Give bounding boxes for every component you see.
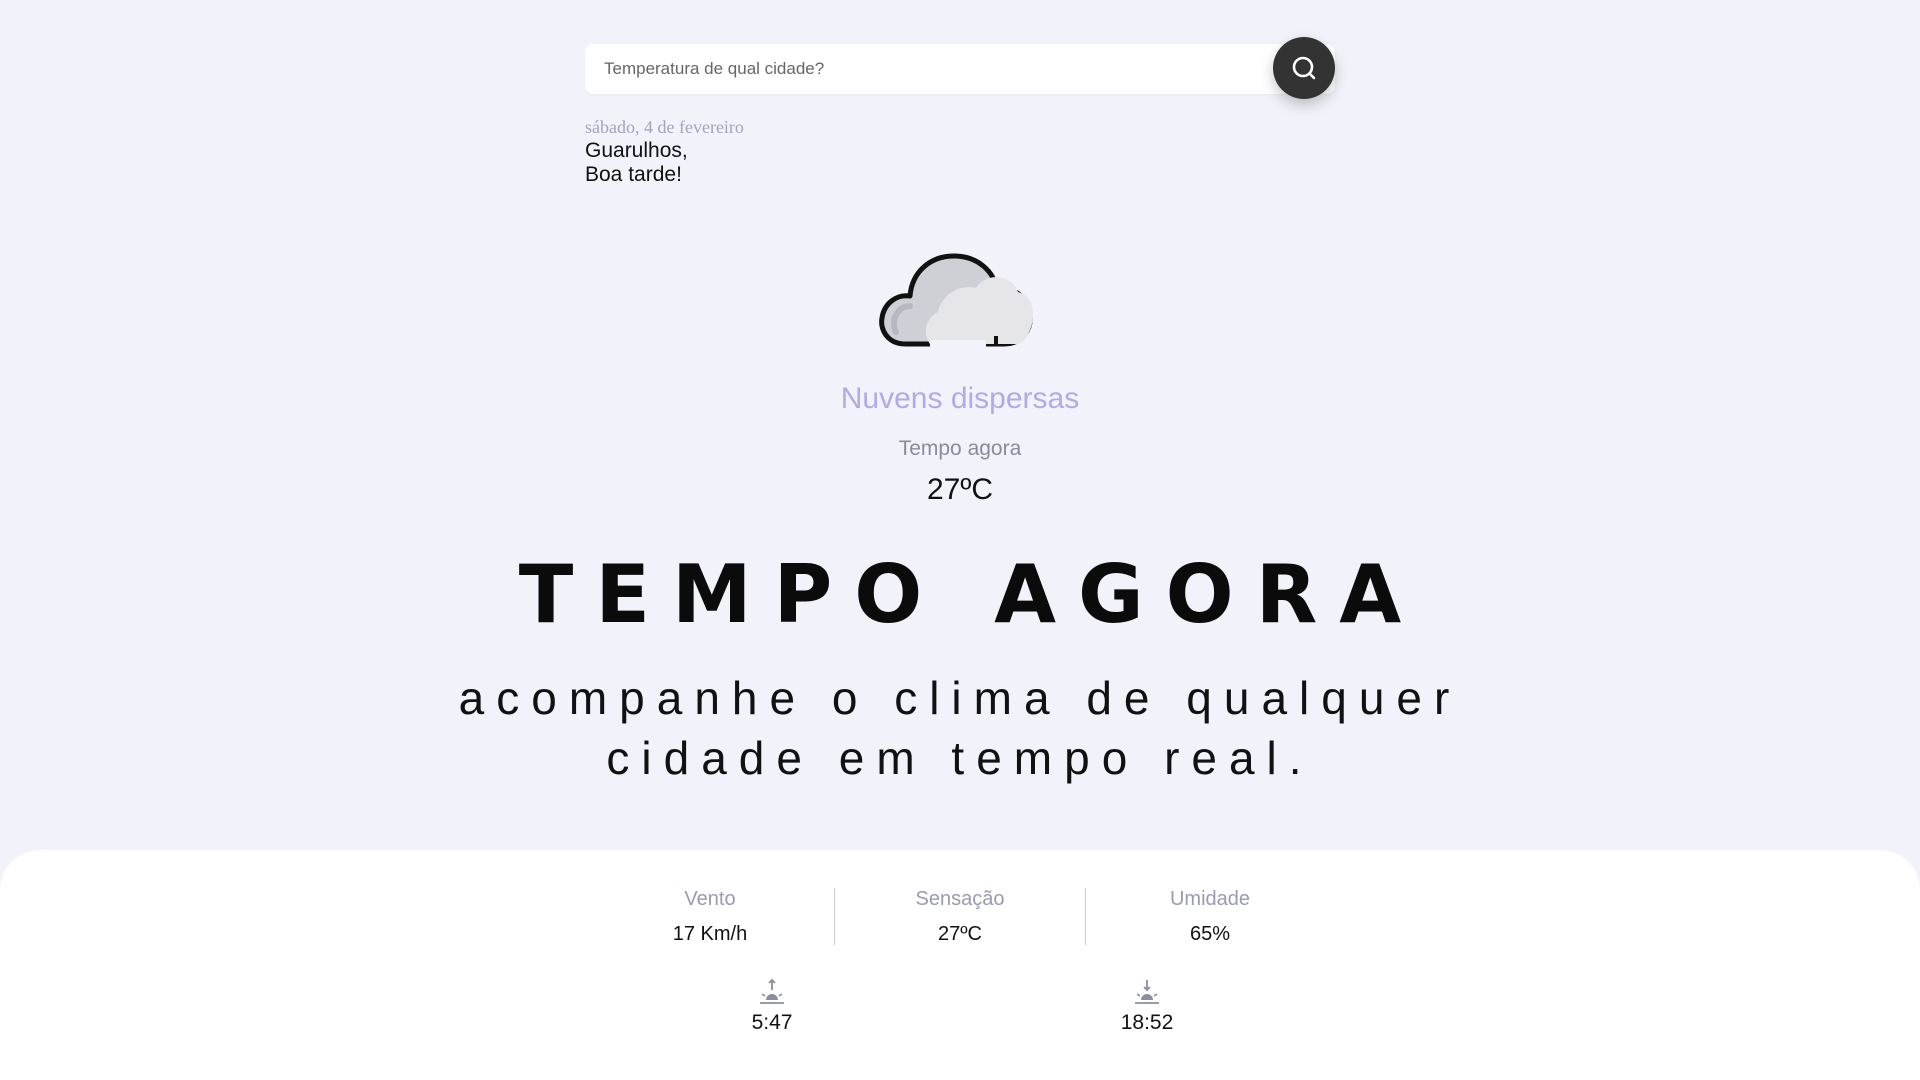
hero-subtitle: acompanhe o clima de qualquer cidade em … xyxy=(0,668,1920,788)
feels-like-stat: Sensação 27ºC xyxy=(835,888,1085,946)
sunrise-icon xyxy=(760,978,784,1004)
hero-subtitle-line-2: cidade em tempo real. xyxy=(606,732,1314,784)
details-panel: Vento 17 Km/h Sensação 27ºC Umidade 65% … xyxy=(0,850,1920,1080)
wind-label: Vento xyxy=(684,888,736,910)
humidity-label: Umidade xyxy=(1169,888,1251,910)
sunrise-block: 5:47 xyxy=(697,978,847,1035)
humidity-value: 65% xyxy=(1189,923,1231,945)
cloud-icon xyxy=(879,253,1034,348)
search-icon xyxy=(1292,56,1316,80)
greeting: Boa tarde! xyxy=(585,163,682,186)
weather-page: sábado, 4 de fevereiro Guarulhos, Boa ta… xyxy=(0,0,1920,1080)
sunset-time: 18:52 xyxy=(1120,1011,1174,1034)
current-temperature: 27ºC xyxy=(927,473,993,506)
sunrise-time: 5:47 xyxy=(751,1011,793,1034)
hero-title: TEMPO AGORA xyxy=(518,548,1424,641)
hero-subtitle-line-1: acompanhe o clima de qualquer xyxy=(458,672,1462,724)
weather-condition: Nuvens dispersas xyxy=(840,382,1080,415)
search-bar xyxy=(585,44,1335,94)
humidity-stat: Umidade 65% xyxy=(1085,888,1335,946)
search-input[interactable] xyxy=(585,44,1264,94)
city-name: Guarulhos, xyxy=(585,139,688,162)
sunset-block: 18:52 xyxy=(1072,978,1222,1035)
feels-like-value: 27ºC xyxy=(938,923,982,945)
date-label: sábado, 4 de fevereiro xyxy=(585,117,744,137)
wind-value: 17 Km/h xyxy=(672,923,748,945)
search-button[interactable] xyxy=(1273,37,1335,99)
now-label: Tempo agora xyxy=(898,437,1022,460)
wind-stat: Vento 17 Km/h xyxy=(585,888,835,946)
sunset-icon xyxy=(1135,980,1159,1004)
feels-like-label: Sensação xyxy=(915,888,1005,910)
